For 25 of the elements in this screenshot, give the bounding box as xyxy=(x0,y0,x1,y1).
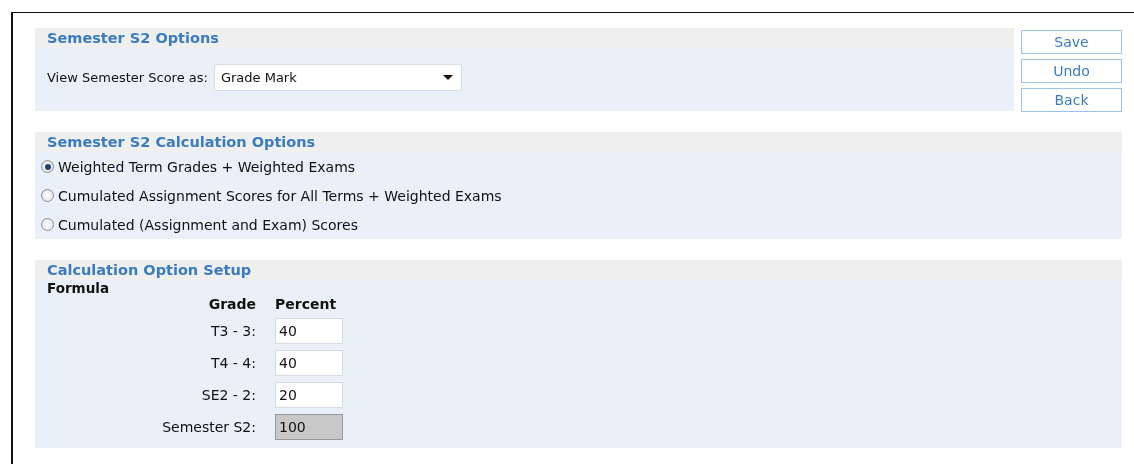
column-header: Grade xyxy=(207,296,256,312)
section-title: Calculation Option Setup xyxy=(47,262,252,278)
section-title: Semester S2 Calculation Options xyxy=(47,134,316,150)
grade-label: T4 - 4: xyxy=(209,355,256,371)
formula-heading: Formula xyxy=(46,280,111,296)
radio-button[interactable] xyxy=(41,160,54,173)
grade-label: T3 - 3: xyxy=(209,323,256,339)
option-label: Cumulated (Assignment and Exam) Scores xyxy=(58,216,358,233)
action-button[interactable]: Undo xyxy=(1021,59,1122,83)
percent-field[interactable]: 40 xyxy=(275,318,343,344)
option-label: Weighted Term Grades + Weighted Exams xyxy=(58,158,356,175)
radio-button[interactable] xyxy=(41,218,54,231)
percent-field[interactable]: 20 xyxy=(275,382,343,408)
view-score-select[interactable]: Grade Mark xyxy=(213,64,462,91)
radio-button[interactable] xyxy=(41,189,54,202)
column-header: Percent xyxy=(275,296,338,312)
grade-label: SE2 - 2: xyxy=(200,387,256,403)
grade-label: Semester S2: xyxy=(161,419,256,435)
caret-icon xyxy=(442,75,453,80)
action-button[interactable]: Save xyxy=(1021,30,1122,54)
action-button[interactable]: Back xyxy=(1021,88,1122,112)
section-title: Semester S2 Options xyxy=(47,30,219,46)
field-label: View Semester Score as: xyxy=(47,70,208,85)
option-label: Cumulated Assignment Scores for All Terms + Weighted Exams xyxy=(58,187,502,204)
percent-field[interactable]: 40 xyxy=(275,350,343,376)
